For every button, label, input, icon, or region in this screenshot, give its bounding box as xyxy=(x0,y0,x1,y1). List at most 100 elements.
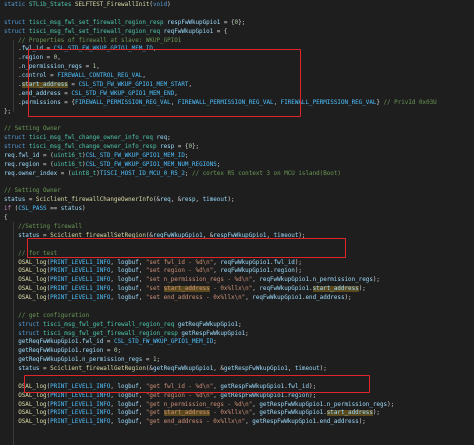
code-token: PRINT_LEVEL1_INFO xyxy=(50,286,111,293)
code-token: ; xyxy=(216,161,221,168)
code-token: . xyxy=(4,99,22,106)
code-token: "set region - %d\n" xyxy=(145,268,214,275)
code-token: respFwWkupGpio1 xyxy=(213,232,267,239)
code-line: .start_address = CSL_STD_FW_WKUP_GPIO1_M… xyxy=(4,81,192,90)
code-token: ); xyxy=(309,392,317,399)
code-token: , xyxy=(138,410,146,417)
code-token: } xyxy=(376,99,384,106)
code-token: region xyxy=(82,348,104,355)
code-token: , & xyxy=(202,232,214,239)
code-token: OSAL_log xyxy=(18,383,47,390)
code-token: , xyxy=(174,90,178,97)
code-token: , xyxy=(138,277,146,284)
code-token: "get region - %d\n" xyxy=(145,392,214,399)
code-token: permissions xyxy=(21,99,61,106)
code-token: SELFTEST_FirewallInit xyxy=(74,2,150,8)
highlight-box-set-region-call xyxy=(27,238,346,258)
code-token: , xyxy=(110,277,118,284)
code-token: ; xyxy=(238,321,242,328)
code-token: ); xyxy=(294,268,302,275)
code-token: // Properties of firewall at slave: WKUP… xyxy=(4,37,182,44)
code-editor[interactable]: static STLib_States SELFTEST_FirewallIni… xyxy=(0,0,474,445)
code-token: tisci_msg_fwl_change_owner_info_resp xyxy=(28,144,161,151)
code-token: region xyxy=(18,161,40,168)
code-line: }; xyxy=(4,108,11,117)
code-token: uint8_t xyxy=(71,170,97,177)
code-line: getReqFwWkupGpio1.n_permission_regs = 1; xyxy=(4,356,160,365)
code-token: , xyxy=(110,401,118,408)
code-token: PRINT_LEVEL1_INFO xyxy=(50,277,111,284)
code-token: timeout xyxy=(202,197,228,204)
code-line: .permissions = {FIREWALL_PERMISSION_REG_… xyxy=(4,99,437,108)
code-token: start_address xyxy=(163,410,210,417)
code-token: PRINT_LEVEL1_INFO xyxy=(50,268,111,275)
code-token: CSL_STD_FW_WKUP_GPIO1_MEM_ID xyxy=(85,152,185,159)
code-token: "get n_permission_regs - %d\n" xyxy=(145,401,253,408)
code-token: CSL_STD_FW_WKUP_GPIO1_MEM_ID xyxy=(53,46,153,53)
code-line: struct tisci_msg_fwl_get_firewall_region… xyxy=(4,321,242,330)
code-token: ); xyxy=(319,366,327,373)
code-token: reqFwWkupGpio1 xyxy=(252,295,302,302)
code-line: struct tisci_msg_fwl_set_firewall_region… xyxy=(4,19,245,28)
code-token: tisci_msg_fwl_set_firewall_region_resp xyxy=(28,19,168,26)
code-token: , xyxy=(110,286,118,293)
code-line: OSAL_log(PRINT_LEVEL1_INFO, logbuf, "get… xyxy=(4,392,316,401)
code-token: Sciclient_firewallChangeOwnerInfo xyxy=(35,197,153,204)
code-token: start_address xyxy=(312,286,359,293)
code-token: uint16_t xyxy=(53,152,83,159)
code-token: PRINT_LEVEL1_INFO xyxy=(50,401,111,408)
code-token: , xyxy=(57,55,61,62)
code-token: , xyxy=(110,410,118,417)
code-line: .n_permission_regs = 1, xyxy=(4,63,100,72)
code-token: == xyxy=(46,206,61,213)
code-token: getReqFwWkupGpio1 xyxy=(18,348,79,355)
code-token: struct xyxy=(4,144,29,151)
code-token: getReqFwWkupGpio1 xyxy=(18,357,79,364)
code-token: FIREWALL_PERMISSION_REG_VAL xyxy=(280,99,377,106)
code-token: start_address xyxy=(21,81,68,88)
code-token: PRINT_LEVEL1_INFO xyxy=(50,392,111,399)
code-token: fwl_id xyxy=(18,152,40,159)
code-token: = xyxy=(43,55,54,62)
code-token: . xyxy=(4,46,22,53)
code-line: .end_address = CSL_STD_FW_WKUP_GPIO1_MEM… xyxy=(4,90,178,99)
code-line: static STLib_States SELFTEST_FirewallIni… xyxy=(4,1,171,10)
code-token: timeout xyxy=(273,232,299,239)
code-token: = { xyxy=(174,144,189,151)
code-token: ); xyxy=(387,401,395,408)
code-token: fwl_id xyxy=(82,339,104,346)
code-token: . xyxy=(4,81,22,88)
code-line: OSAL_log(PRINT_LEVEL1_INFO, logbuf, "get… xyxy=(4,383,316,392)
code-token: control xyxy=(21,73,47,80)
code-token: req xyxy=(4,152,15,159)
code-token: Sciclient_firewallSetRegion xyxy=(50,232,146,239)
code-token: ; xyxy=(184,152,189,159)
code-line: // Setting Owner xyxy=(4,187,61,196)
code-token: tisci_msg_fwl_change_owner_info_req xyxy=(28,135,157,142)
code-token: Sciclient_firewallGetRegion xyxy=(50,366,146,373)
code-token: logbuf xyxy=(117,392,139,399)
code-token: TISCI_HOST_ID_MCU_0_R5_2 xyxy=(99,170,185,177)
code-token: (& xyxy=(145,232,153,239)
code-token: = xyxy=(82,64,93,71)
code-token: = xyxy=(39,366,51,373)
code-token: getRespFwWkupGpio1 xyxy=(259,410,324,417)
code-token: "get end_address - 0x%llx\n" xyxy=(145,419,246,426)
code-token: "set end_address - 0x%llx\n" xyxy=(145,295,246,302)
code-token: // Setting Owner xyxy=(4,126,61,133)
code-line: .fwl_id = CSL_STD_FW_WKUP_GPIO1_MEM_ID, xyxy=(4,45,156,54)
code-token: tisci_msg_fwl_get_firewall_region_req xyxy=(43,321,178,328)
code-token: ; xyxy=(167,135,171,142)
code-token: getReqFwWkupGpio1 xyxy=(177,321,239,328)
code-token: // PrivId 0x03U xyxy=(383,99,437,106)
code-token: = { xyxy=(213,28,228,35)
